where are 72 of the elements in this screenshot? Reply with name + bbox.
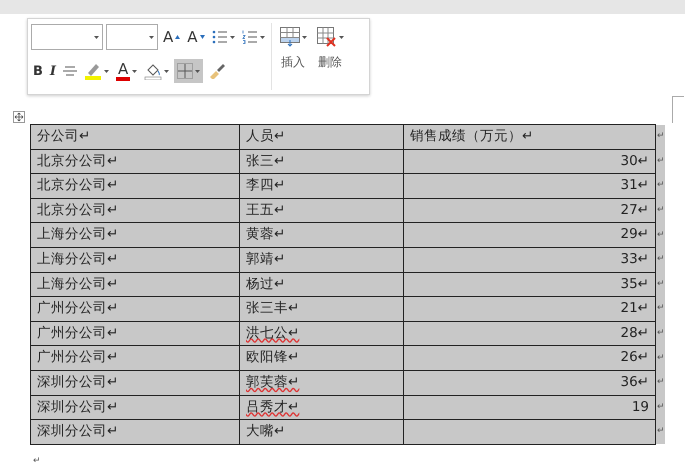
table-cell: 李四↵ <box>240 174 404 198</box>
table-cell: 洪七公↵ <box>240 321 404 346</box>
table-cell: 深圳分公司↵ <box>30 395 240 420</box>
table-cell: 北京分公司↵ <box>30 198 240 223</box>
table-cell: 广州分公司↵ <box>30 296 240 322</box>
column-header: 销售成绩（万元）↵ <box>404 124 656 150</box>
table-cell: 36↵ <box>404 370 656 396</box>
table-cell: 26↵ <box>404 346 656 370</box>
caret-icon <box>338 36 344 38</box>
shrink-font-button[interactable]: A <box>185 25 207 49</box>
delete-table-icon <box>316 27 337 47</box>
caret-icon <box>230 36 235 38</box>
insert-table-button[interactable]: 插入 <box>278 23 309 90</box>
table-cell: 29↵ <box>404 222 656 248</box>
caret-icon <box>260 36 265 38</box>
caret-icon <box>149 36 154 38</box>
table-cell: 35↵ <box>404 272 656 297</box>
font-name-field[interactable] <box>31 24 103 50</box>
table-cell: 广州分公司↵ <box>30 346 240 370</box>
table-cell: 欧阳锋↵ <box>240 346 404 370</box>
table-cell: 33↵ <box>404 247 656 272</box>
table-cell: 19 <box>404 395 656 420</box>
table-cell: 北京分公司↵ <box>30 149 240 174</box>
table-cell: 黄蓉↵ <box>240 222 404 248</box>
table-cell: 深圳分公司↵ <box>30 420 240 444</box>
borders-icon <box>177 63 194 79</box>
table-cell: 吕秀才↵ <box>240 395 404 420</box>
down-caret-icon <box>200 35 205 39</box>
table-cell: 31↵ <box>404 174 656 198</box>
table-cell: 郭芙蓉↵ <box>240 370 404 396</box>
numbered-list-icon <box>242 29 258 45</box>
table-cell: 广州分公司↵ <box>30 321 240 346</box>
grow-font-button[interactable]: A <box>161 25 182 49</box>
highlighter-icon <box>84 62 102 80</box>
table-cell: 王五↵ <box>240 198 404 223</box>
paragraph-mark: ↵ <box>33 455 41 468</box>
table-cell: 上海分公司↵ <box>30 272 240 297</box>
table-cell: 郭靖↵ <box>240 247 404 272</box>
table-cell: 深圳分公司↵ <box>30 370 240 396</box>
table-cell: 上海分公司↵ <box>30 222 240 248</box>
paintbrush-icon <box>208 63 226 79</box>
table-cell: 21↵ <box>404 296 656 322</box>
table-cell: 30↵ <box>404 149 656 174</box>
borders-button[interactable] <box>174 59 204 83</box>
caret-icon <box>104 70 110 72</box>
table-cell: 杨过↵ <box>240 272 404 297</box>
table-cell: 大嘴↵ <box>240 420 404 444</box>
caret-icon <box>94 36 99 38</box>
caret-icon <box>302 36 307 38</box>
center-align-icon <box>63 65 78 77</box>
bullet-list-icon <box>212 29 228 45</box>
font-color-button[interactable]: A <box>114 59 140 83</box>
table-cell: 张三↵ <box>240 149 404 174</box>
up-caret-icon <box>175 35 180 39</box>
column-header: 分公司↵ <box>30 124 240 150</box>
table-cell: 张三丰↵ <box>240 296 404 322</box>
bold-button[interactable]: B <box>31 59 45 83</box>
table-cell: 北京分公司↵ <box>30 174 240 198</box>
font-size-field[interactable] <box>106 24 158 50</box>
caret-icon <box>132 70 138 72</box>
paint-bucket-icon <box>144 62 162 80</box>
table-cell: 28↵ <box>404 321 656 346</box>
table-cell: 上海分公司↵ <box>30 247 240 272</box>
table-cell: 27↵ <box>404 198 656 223</box>
caret-icon <box>164 70 170 72</box>
italic-button[interactable]: I <box>48 59 58 83</box>
caret-icon <box>195 70 200 72</box>
move-handle-icon[interactable] <box>13 111 25 123</box>
delete-table-button[interactable]: 删除 <box>314 23 346 90</box>
column-header: 人员↵ <box>240 124 404 150</box>
margin-corner-mark <box>670 96 685 123</box>
insert-table-icon <box>280 27 300 47</box>
